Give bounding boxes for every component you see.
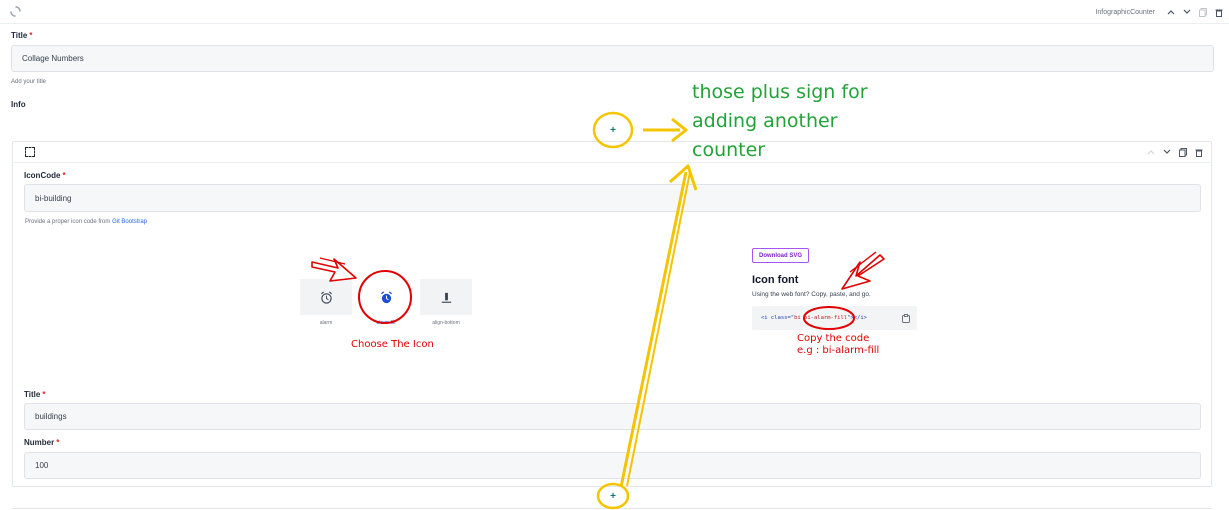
iconcode-label-text: IconCode (24, 171, 61, 180)
icon-font-subtitle: Using the web font? Copy, paste, and go. (752, 291, 871, 298)
annotation-line: e.g : bi-alarm-fill (797, 345, 880, 356)
code-close: "></i> (847, 315, 867, 321)
iconcode-input[interactable]: bi-building (24, 184, 1201, 212)
icon-caption: align-bottom (432, 320, 460, 326)
block-toolbar: InfographicCounter (0, 0, 1229, 24)
counter-title-label-text: Title (24, 390, 41, 399)
code-open: <i class=" (761, 315, 795, 321)
icon-card-align-bottom[interactable] (420, 279, 472, 315)
number-label-text: Number (24, 438, 55, 447)
annotation-choose-icon: Choose The Icon (351, 339, 434, 350)
divider (12, 508, 1212, 509)
iconcode-label: IconCode * (24, 171, 66, 180)
chevron-up-icon[interactable] (1166, 7, 1175, 17)
duplicate-icon[interactable] (1178, 147, 1187, 157)
download-svg-button[interactable]: Download SVG (752, 248, 809, 263)
duplicate-icon[interactable] (1198, 7, 1207, 17)
title-label-text: Title (11, 31, 28, 40)
icon-caption: alarm (319, 320, 333, 326)
alarm-icon (320, 290, 332, 304)
chevron-down-icon[interactable] (1182, 7, 1191, 17)
title-label: Title * (11, 31, 32, 40)
code-value: bi bi-alarm-fill (794, 315, 848, 321)
add-counter-button-top[interactable]: + (606, 123, 620, 137)
counter-title-input[interactable]: buildings (24, 403, 1201, 430)
title-help: Add your title (11, 79, 47, 85)
icon-code-snippet[interactable]: <i class=" bi bi-alarm-fill "></i> (752, 306, 917, 330)
annotation-line: adding another (692, 110, 838, 132)
icon-card-alarm-fill[interactable] (360, 279, 412, 315)
number-input[interactable]: 100 (24, 452, 1201, 479)
git-bootstrap-link[interactable]: Git Bootstrap (112, 219, 147, 225)
add-counter-button-bottom[interactable]: + (606, 489, 620, 503)
annotation-line: Copy the code (797, 333, 870, 344)
spinner-icon (10, 6, 21, 17)
clipboard-icon[interactable] (902, 314, 910, 323)
required-marker: * (29, 31, 33, 40)
counter-title-label: Title * (24, 390, 45, 399)
annotation-plus-note: those plus sign for adding another count… (692, 78, 868, 165)
annotation-copy-code: Copy the code e.g : bi-alarm-fill (797, 333, 879, 357)
required-marker: * (42, 390, 46, 399)
counter-header (13, 142, 1211, 163)
block-name: InfographicCounter (1095, 8, 1155, 16)
icon-caption: alarm-fill (376, 320, 396, 326)
trash-icon[interactable] (1214, 7, 1223, 17)
icon-card-alarm[interactable] (300, 279, 352, 315)
iconcode-help: Provide a proper icon code from Git Boot… (25, 219, 147, 225)
info-label: Info (11, 100, 26, 109)
chevron-up-icon[interactable] (1146, 147, 1155, 157)
arrow-head (671, 117, 688, 143)
select-icon[interactable] (25, 147, 35, 157)
annotation-line: those plus sign for (692, 81, 868, 103)
number-label: Number * (24, 438, 59, 447)
required-marker: * (62, 171, 66, 180)
annotation-line: counter (692, 139, 766, 161)
iconcode-help-text: Provide a proper icon code from (25, 219, 111, 225)
required-marker: * (56, 438, 60, 447)
icon-font-title: Icon font (752, 274, 799, 286)
title-input[interactable]: Collage Numbers (11, 45, 1214, 72)
align-bottom-icon (441, 292, 451, 303)
alarm-fill-icon (380, 290, 392, 303)
trash-icon[interactable] (1194, 147, 1203, 157)
chevron-down-icon[interactable] (1162, 147, 1171, 157)
